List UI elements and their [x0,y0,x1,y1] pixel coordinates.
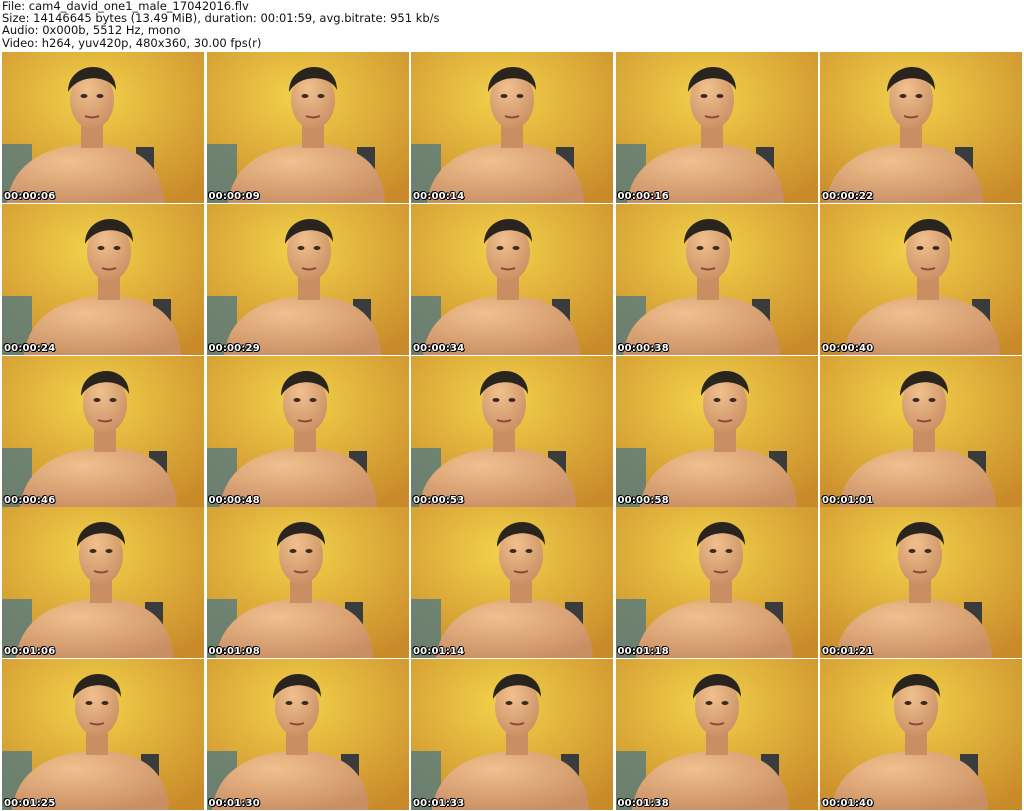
thumbnail-image [615,52,818,203]
video-thumbnail: 00:01:40 [820,659,1022,811]
video-thumbnail: 00:00:16 [615,52,818,203]
video-thumbnail: 00:00:48 [206,355,409,507]
thumbnail-timestamp: 00:01:06 [4,646,56,658]
thumbnail-timestamp: 00:01:33 [413,798,465,810]
video-thumbnail: 00:01:01 [820,355,1022,507]
video-thumbnail: 00:00:53 [411,355,613,507]
thumbnail-image [411,52,613,203]
video-info-line: Video: h264, yuv420p, 480x360, 30.00 fps… [2,35,262,50]
thumbnail-image [615,659,818,811]
thumbnail-image [2,203,204,355]
video-thumbnail: 00:00:40 [820,203,1022,355]
thumbnail-timestamp: 00:01:25 [4,798,56,810]
thumbnail-timestamp: 00:01:18 [617,646,669,658]
thumbnail-timestamp: 00:00:06 [4,191,56,202]
video-thumbnail: 00:00:06 [2,52,204,203]
thumbnail-image [615,203,818,355]
thumbnail-timestamp: 00:01:38 [617,798,669,810]
thumbnail-image [206,52,409,203]
thumbnail-image [206,355,409,507]
video-thumbnail: 00:01:18 [615,507,818,659]
thumbnail-image [820,52,1022,203]
thumbnail-timestamp: 00:01:21 [822,646,874,658]
video-thumbnail: 00:01:30 [206,659,409,811]
thumbnail-image [206,659,409,811]
thumbnail-timestamp: 00:00:16 [617,191,669,202]
thumbnail-timestamp: 00:01:08 [208,646,260,658]
thumbnail-timestamp: 00:01:14 [413,646,465,658]
video-thumbnail: 00:01:14 [411,507,613,659]
video-thumbnail: 00:00:34 [411,203,613,355]
thumbnail-timestamp: 00:00:09 [208,191,260,202]
thumbnail-timestamp: 00:00:29 [208,342,260,354]
thumbnail-timestamp: 00:00:46 [4,494,56,506]
thumbnail-image [206,203,409,355]
video-thumbnail: 00:01:06 [2,507,204,659]
video-thumbnail: 00:01:21 [820,507,1022,659]
file-info-header: File: cam4_david_one1_male_17042016.flv … [2,0,1022,50]
thumbnail-image [615,507,818,659]
thumbnail-timestamp: 00:00:24 [4,342,56,354]
thumbnail-image [2,507,204,659]
thumbnail-grid: 00:00:06 00:00:09 00:00:14 00:00:16 00:00:22… [2,52,1022,811]
thumbnail-timestamp: 00:00:38 [617,342,669,354]
video-thumbnail: 00:00:24 [2,203,204,355]
video-thumbnail: 00:00:29 [206,203,409,355]
thumbnail-image [615,355,818,507]
thumbnail-timestamp: 00:00:53 [413,494,465,506]
video-thumbnail: 00:01:25 [2,659,204,811]
thumbnail-timestamp: 00:00:40 [822,342,874,354]
thumbnail-image [820,203,1022,355]
thumbnail-image [820,507,1022,659]
thumbnail-image [206,507,409,659]
video-thumbnail: 00:00:46 [2,355,204,507]
video-thumbnail: 00:00:09 [206,52,409,203]
video-thumbnail: 00:00:58 [615,355,818,507]
video-thumbnail: 00:00:38 [615,203,818,355]
thumbnail-timestamp: 00:00:34 [413,342,465,354]
thumbnail-timestamp: 00:01:01 [822,494,874,506]
thumbnail-timestamp: 00:01:30 [208,798,260,810]
thumbnail-image [820,355,1022,507]
thumbnail-image [411,507,613,659]
thumbnail-image [2,52,204,203]
thumbnail-image [411,203,613,355]
thumbnail-timestamp: 00:00:48 [208,494,260,506]
video-thumbnail: 00:01:33 [411,659,613,811]
video-thumbnail: 00:01:08 [206,507,409,659]
thumbnail-image [820,659,1022,811]
thumbnail-image [2,659,204,811]
audio-info-line: Audio: 0x000b, 5512 Hz, mono [2,23,181,38]
thumbnail-timestamp: 00:01:40 [822,798,874,810]
thumbnail-image [2,355,204,507]
video-thumbnail: 00:01:38 [615,659,818,811]
video-thumbnail: 00:00:22 [820,52,1022,203]
video-thumbnail: 00:00:14 [411,52,613,203]
thumbnail-timestamp: 00:00:22 [822,191,874,202]
thumbnail-timestamp: 00:00:58 [617,494,669,506]
thumbnail-timestamp: 00:00:14 [413,191,465,202]
thumbnail-image [411,659,613,811]
thumbnail-image [411,355,613,507]
